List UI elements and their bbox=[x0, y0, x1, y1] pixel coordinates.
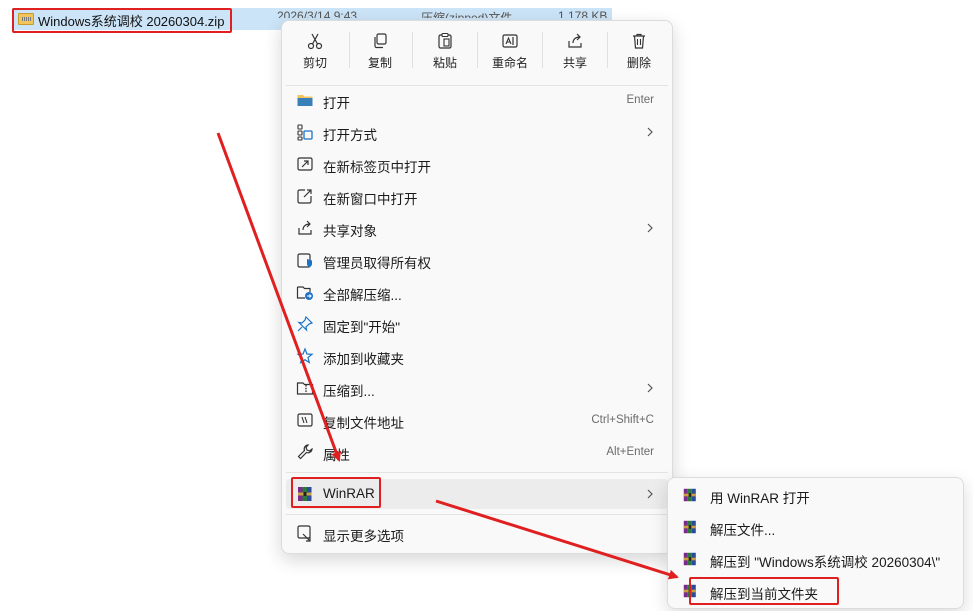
trash-icon bbox=[633, 33, 645, 49]
menu-item-copy-path[interactable]: 复制文件地址 Ctrl+Shift+C bbox=[286, 405, 668, 435]
menu-item-extract-all[interactable]: 全部解压缩... bbox=[286, 277, 668, 307]
menu-item-take-ownership[interactable]: 管理员取得所有权 bbox=[286, 245, 668, 275]
menu-separator bbox=[286, 472, 668, 473]
file-highlight-box bbox=[12, 8, 232, 33]
submenu-item-label: 解压到 "Windows系统调校 20260304\" bbox=[710, 555, 941, 570]
menu-item-label: 全部解压缩... bbox=[323, 288, 402, 303]
menu-item-open-new-window[interactable]: 在新窗口中打开 bbox=[286, 181, 668, 211]
winrar-icon bbox=[683, 488, 696, 502]
rename-label: 重命名 bbox=[491, 56, 528, 70]
delete-button[interactable]: 删除 bbox=[607, 29, 671, 77]
copy-path-icon bbox=[297, 413, 313, 427]
menu-item-label: 显示更多选项 bbox=[323, 529, 404, 544]
menu-item-open-with[interactable]: 打开方式 bbox=[286, 117, 668, 147]
cut-button[interactable]: 剪切 bbox=[283, 29, 347, 77]
menu-item-open-new-tab[interactable]: 在新标签页中打开 bbox=[286, 149, 668, 179]
menu-item-label: 固定到"开始" bbox=[323, 320, 401, 335]
scissors-icon bbox=[307, 33, 323, 50]
context-menu: 剪切 复制 粘贴 重命名 共享 删除 打开 Enter 打开方式 在新标签页中打… bbox=[281, 20, 673, 554]
extract-folder-icon bbox=[296, 286, 313, 300]
menu-item-label: 属性 bbox=[323, 448, 350, 463]
menu-shortcut: Alt+Enter bbox=[606, 446, 654, 458]
extract-here-highlight-box bbox=[689, 577, 839, 605]
menu-item-compress-to[interactable]: 压缩到... bbox=[286, 373, 668, 403]
winrar-highlight-box bbox=[291, 477, 381, 508]
file-date: 2026/3/14 9:43 bbox=[277, 9, 358, 18]
share-icon bbox=[298, 220, 312, 235]
star-icon bbox=[296, 347, 314, 364]
cut-label: 剪切 bbox=[302, 56, 327, 70]
context-toolbar: 剪切 复制 粘贴 重命名 共享 删除 bbox=[282, 21, 672, 81]
copy-button[interactable]: 复制 bbox=[348, 29, 412, 77]
submenu-item-label: 解压文件... bbox=[710, 523, 776, 538]
winrar-icon bbox=[683, 552, 696, 566]
share-label: 共享 bbox=[562, 56, 587, 70]
paste-button[interactable]: 粘贴 bbox=[413, 29, 477, 77]
submenu-item-label: 用 WinRAR 打开 bbox=[710, 491, 810, 506]
compress-folder-icon bbox=[296, 382, 314, 395]
wrench-icon bbox=[297, 444, 313, 460]
submenu-item-extract-to-folder[interactable]: 解压到 "Windows系统调校 20260304\" bbox=[672, 544, 961, 574]
copy-label: 复制 bbox=[367, 56, 392, 70]
menu-shortcut: Ctrl+Shift+C bbox=[591, 414, 654, 426]
pin-icon bbox=[297, 315, 314, 332]
chevron-right-icon bbox=[647, 489, 653, 499]
menu-item-label: 共享对象 bbox=[323, 224, 377, 239]
menu-item-label: 打开方式 bbox=[323, 128, 377, 143]
menu-item-add-favorites[interactable]: 添加到收藏夹 bbox=[286, 341, 668, 371]
menu-item-label: 添加到收藏夹 bbox=[323, 352, 404, 367]
rename-icon bbox=[502, 34, 518, 48]
menu-item-label: 管理员取得所有权 bbox=[323, 256, 431, 271]
submenu-item-extract-files[interactable]: 解压文件... bbox=[672, 512, 961, 542]
menu-item-label: 在新窗口中打开 bbox=[323, 192, 418, 207]
rename-button[interactable]: 重命名 bbox=[478, 29, 542, 77]
file-type: 压缩(zipped)文件 bbox=[421, 11, 513, 18]
new-tab-icon bbox=[297, 157, 313, 171]
menu-item-pin-start[interactable]: 固定到"开始" bbox=[286, 309, 668, 339]
menu-item-label: 复制文件地址 bbox=[323, 416, 404, 431]
shield-icon bbox=[297, 253, 312, 268]
chevron-right-icon bbox=[647, 223, 653, 233]
menu-item-label: 在新标签页中打开 bbox=[323, 160, 431, 175]
menu-item-open[interactable]: 打开 Enter bbox=[286, 85, 668, 115]
new-window-icon bbox=[297, 189, 312, 204]
winrar-icon bbox=[683, 520, 696, 534]
share-icon bbox=[568, 33, 582, 48]
chevron-right-icon bbox=[647, 383, 653, 393]
menu-item-properties[interactable]: 属性 Alt+Enter bbox=[286, 437, 668, 467]
share-button[interactable]: 共享 bbox=[543, 29, 607, 77]
menu-item-more-options[interactable]: 显示更多选项 bbox=[286, 518, 668, 548]
copy-icon bbox=[374, 33, 387, 49]
paste-label: 粘贴 bbox=[432, 56, 457, 70]
menu-item-label: 压缩到... bbox=[323, 384, 375, 399]
file-size: 1,178 KB bbox=[558, 9, 608, 18]
submenu-item-open-winrar[interactable]: 用 WinRAR 打开 bbox=[672, 480, 961, 510]
more-options-icon bbox=[297, 525, 311, 542]
folder-icon bbox=[297, 95, 313, 106]
chevron-right-icon bbox=[647, 127, 653, 137]
menu-item-label: 打开 bbox=[323, 96, 350, 111]
menu-shortcut: Enter bbox=[626, 94, 655, 106]
menu-separator bbox=[286, 514, 668, 515]
open-with-icon bbox=[297, 124, 313, 141]
clipboard-icon bbox=[438, 32, 452, 49]
menu-item-share-with[interactable]: 共享对象 bbox=[286, 213, 668, 243]
delete-label: 删除 bbox=[626, 56, 651, 70]
